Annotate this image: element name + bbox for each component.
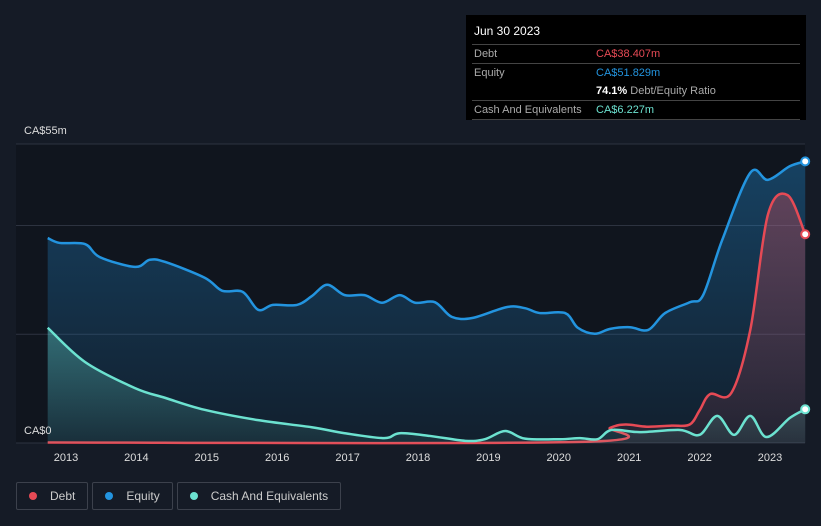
equity-value: CA$51.829m [596,67,661,79]
cash-value: CA$6.227m [596,104,655,116]
x-tick-label: 2018 [406,452,430,464]
equity-label: Equity [474,67,505,79]
legend: Debt Equity Cash And Equivalents [16,482,342,510]
tooltip-equity-row: Equity CA$51.829m [472,63,800,82]
ratio-label: Debt/Equity Ratio [630,85,716,97]
x-tick-label: 2013 [54,452,78,464]
equity-dot-icon [105,492,114,500]
equity-end-marker [800,156,811,167]
x-tick-label: 2020 [547,452,571,464]
y-label-max: CA$55m [24,125,67,137]
x-tick-label: 2022 [687,452,711,464]
legend-cash[interactable]: Cash And Equivalents [176,482,342,510]
y-label-zero: CA$0 [24,425,52,437]
cash-end-marker [800,404,811,415]
legend-equity[interactable]: Equity [92,482,173,510]
debt-dot-icon [29,492,37,500]
x-tick-label: 2016 [265,452,289,464]
x-tick-label: 2014 [124,452,148,464]
tooltip: Jun 30 2023 Debt CA$38.407m Equity CA$51.8… [466,15,806,120]
x-tick-label: 2023 [758,452,782,464]
x-tick-label: 2017 [335,452,359,464]
x-tick-label: 2019 [476,452,500,464]
tooltip-cash-row: Cash And Equivalents CA$6.227m [472,100,800,120]
cash-dot-icon [189,492,198,500]
cash-label: Cash And Equivalents [474,104,582,116]
x-tick-label: 2015 [195,452,219,464]
debt-value: CA$38.407m [596,48,661,60]
legend-cash-label: Cash And Equivalents [210,489,329,503]
legend-debt-label: Debt [50,489,76,503]
tooltip-date: Jun 30 2023 [474,24,541,38]
debt-label: Debt [474,48,498,60]
tooltip-ratio-row: 74.1% Debt/Equity Ratio [472,82,800,100]
debt-end-marker [800,229,811,240]
legend-debt[interactable]: Debt [16,482,89,510]
legend-equity-label: Equity [126,489,160,503]
tooltip-debt-row: Debt CA$38.407m [472,44,800,63]
ratio-value: 74.1% [596,85,628,97]
x-tick-label: 2021 [617,452,641,464]
